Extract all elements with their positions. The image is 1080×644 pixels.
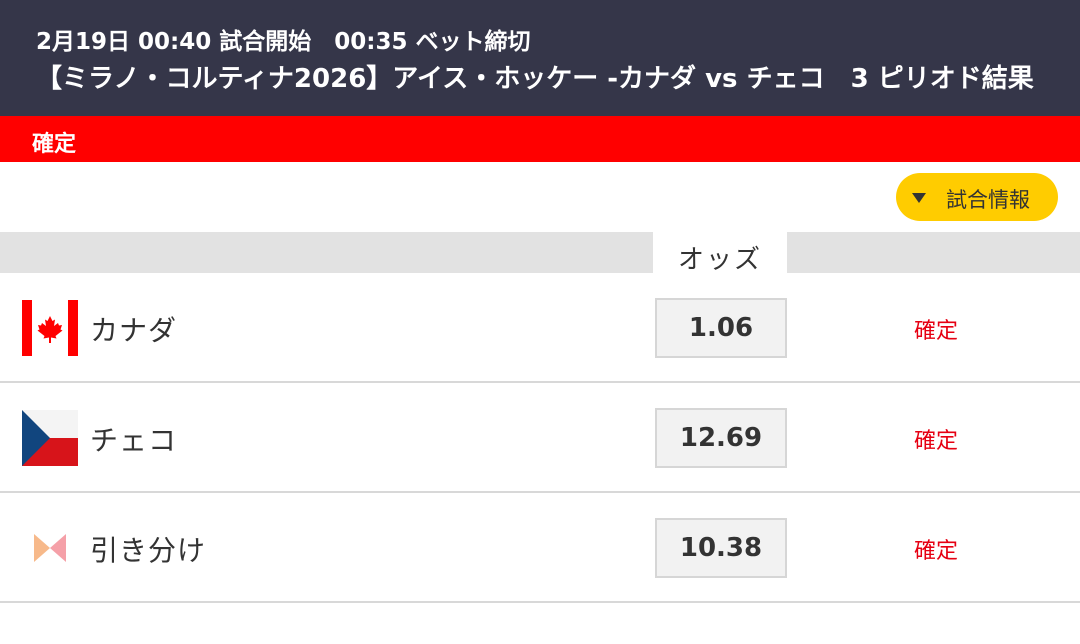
- odds-value: 10.38: [679, 533, 763, 563]
- czech-flag-icon: [22, 410, 78, 466]
- table-row: 引き分け 10.38 確定: [0, 493, 1080, 603]
- match-header: 2月19日 00:40 試合開始 00:35 ベット締切 【ミラノ・コルティナ2…: [0, 0, 1080, 116]
- odds-column-label: オッズ: [677, 245, 762, 275]
- odds-column-header: オッズ: [653, 232, 787, 275]
- table-row: カナダ 1.06 確定: [0, 273, 1080, 383]
- caret-down-icon: [912, 193, 926, 203]
- result-status: 確定: [914, 429, 959, 454]
- team-name: カナダ: [90, 314, 178, 347]
- match-info-button[interactable]: 試合情報: [896, 173, 1058, 221]
- odds-button[interactable]: 10.38: [655, 518, 787, 578]
- table-row: チェコ 12.69 確定: [0, 383, 1080, 493]
- team-name: チェコ: [90, 424, 178, 457]
- status-label: 確定: [32, 132, 77, 157]
- match-time-line: 2月19日 00:40 試合開始 00:35 ベット締切: [36, 29, 531, 55]
- result-status: 確定: [914, 319, 959, 344]
- result-status: 確定: [914, 539, 959, 564]
- odds-button[interactable]: 12.69: [655, 408, 787, 468]
- match-info-label: 試合情報: [946, 188, 1030, 212]
- status-bar: 確定: [0, 116, 1080, 162]
- canada-flag-icon: [22, 300, 78, 356]
- team-name: 引き分け: [90, 534, 207, 567]
- odds-value: 12.69: [679, 423, 763, 453]
- draw-icon: [34, 534, 66, 562]
- match-title: 【ミラノ・コルティナ2026】アイス・ホッケー -カナダ vs チェコ 3 ピリ…: [36, 64, 1034, 94]
- odds-button[interactable]: 1.06: [655, 298, 787, 358]
- odds-header-band: [0, 232, 1080, 273]
- odds-value: 1.06: [688, 313, 754, 343]
